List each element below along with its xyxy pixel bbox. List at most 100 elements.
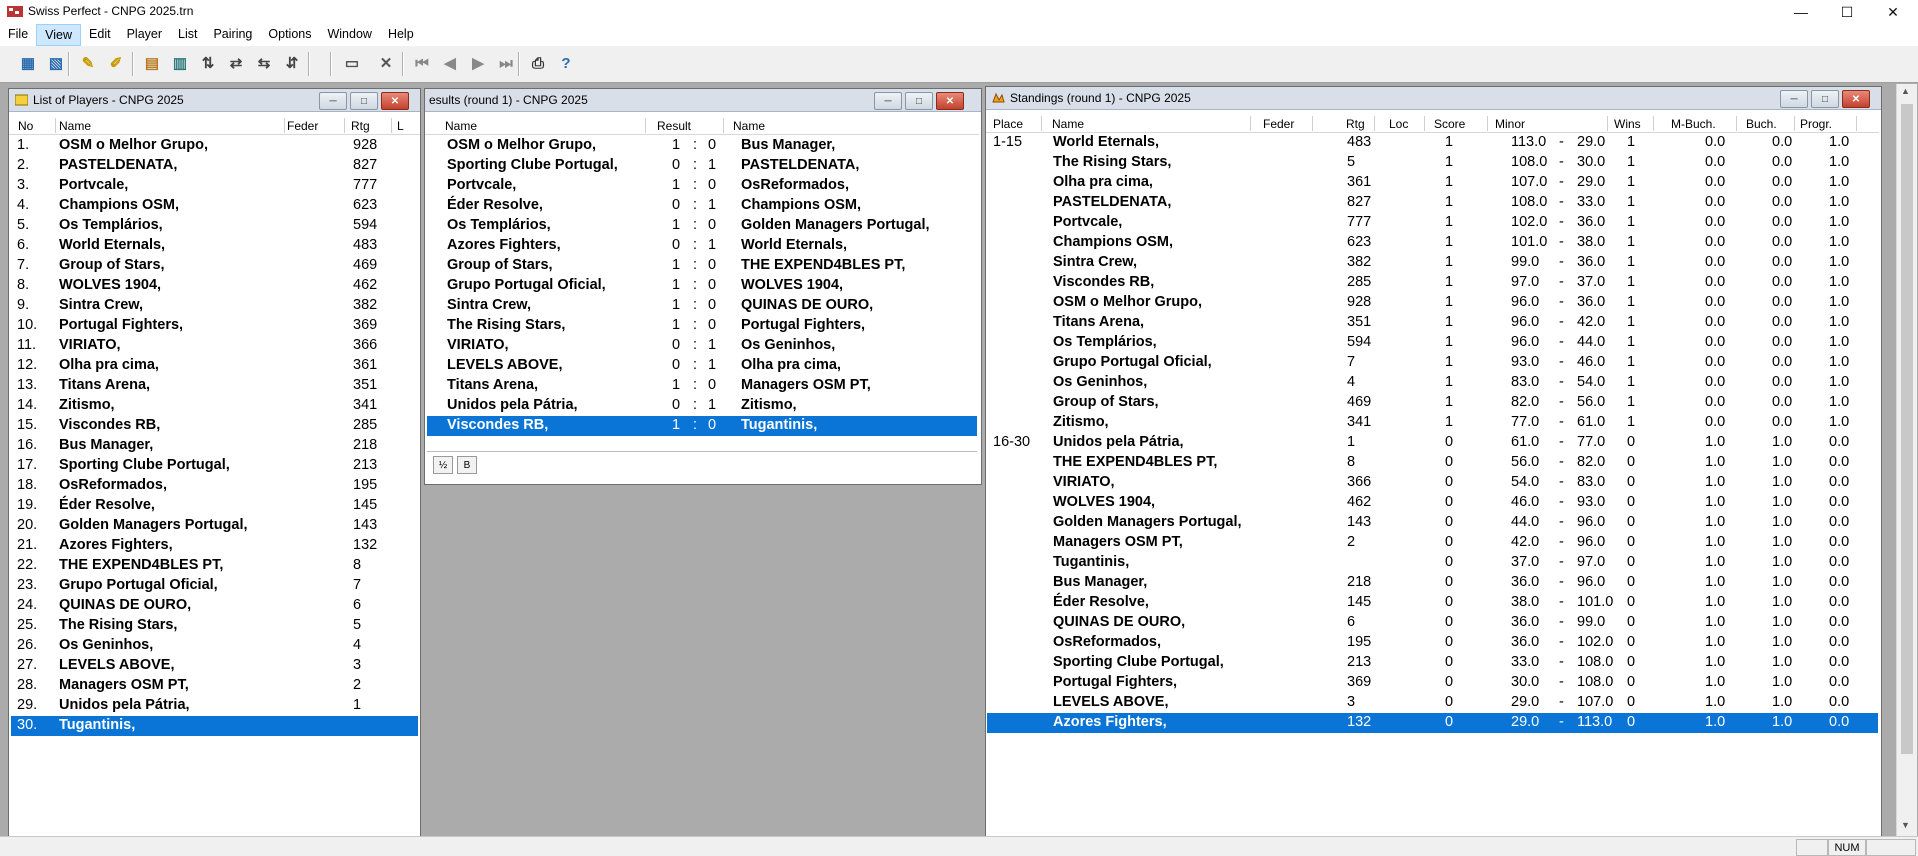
players-minimize-button[interactable]: ─ <box>319 92 347 110</box>
player-row[interactable]: 25. The Rising Stars, 5 <box>11 616 418 636</box>
col-name[interactable]: Name <box>59 119 91 133</box>
black-score[interactable]: 0 <box>708 377 716 393</box>
standings-row[interactable]: Grupo Portugal Oficial, 7 1 93.0 46.0 1 0.0 0.0… <box>987 353 1878 373</box>
close-button[interactable]: ✕ <box>1870 0 1916 24</box>
standings-row[interactable]: Champions OSM, 623 1 101.0 38.0 1 0.0 0.0 1.0 - <box>987 233 1878 253</box>
pairing-row[interactable]: Titans Arena, 1:0 Managers OSM PT, <box>427 376 977 396</box>
black-score[interactable]: 0 <box>708 177 716 193</box>
standings-row[interactable]: Group of Stars, 469 1 82.0 56.0 1 0.0 0.0 1.0 - <box>987 393 1878 413</box>
results-restore-button[interactable]: □ <box>905 92 933 110</box>
standings-row[interactable]: THE EXPEND4BLES PT, 8 0 56.0 82.0 0 1.0 1.0 0.0 - <box>987 453 1878 473</box>
standings-row[interactable]: Managers OSM PT, 2 0 42.0 96.0 0 1.0 1.0 0.0 - <box>987 533 1878 553</box>
standings-row[interactable]: Golden Managers Portugal, 143 0 44.0 96.0 0 1.… <box>987 513 1878 533</box>
white-score[interactable]: 1 <box>672 417 680 433</box>
standings-row[interactable]: Os Geninhos, 4 1 83.0 54.0 1 0.0 0.0 1.0 - <box>987 373 1878 393</box>
maximize-button[interactable]: ☐ <box>1824 0 1870 24</box>
player-row[interactable]: 21. Azores Fighters, 132 <box>11 536 418 556</box>
next-round-icon[interactable]: ▶ <box>466 51 490 75</box>
player-list-icon[interactable]: ▤ <box>140 51 164 75</box>
black-score[interactable]: 1 <box>708 397 716 413</box>
standings-row[interactable]: Bus Manager, 218 0 36.0 96.0 0 1.0 1.0 0.0 - <box>987 573 1878 593</box>
black-score[interactable]: 0 <box>708 417 716 433</box>
black-score[interactable]: 1 <box>708 237 716 253</box>
player-row[interactable]: 28. Managers OSM PT, 2 <box>11 676 418 696</box>
menu-window[interactable]: Window <box>319 24 379 46</box>
white-score[interactable]: 0 <box>672 357 680 373</box>
col-minor[interactable]: Minor <box>1495 117 1525 131</box>
standings-row[interactable]: LEVELS ABOVE, 3 0 29.0 107.0 0 1.0 1.0 0.0 - <box>987 693 1878 713</box>
white-score[interactable]: 1 <box>672 257 680 273</box>
standings-row[interactable]: Sintra Crew, 382 1 99.0 36.0 1 0.0 0.0 1.0 - <box>987 253 1878 273</box>
white-score[interactable]: 1 <box>672 317 680 333</box>
player-row[interactable]: 16. Bus Manager, 218 <box>11 436 418 456</box>
white-score[interactable]: 0 <box>672 237 680 253</box>
menu-help[interactable]: Help <box>380 24 422 46</box>
white-score[interactable]: 0 <box>672 157 680 173</box>
standings-restore-button[interactable]: □ <box>1811 90 1839 108</box>
player-row[interactable]: 12. Olha pra cima, 361 <box>11 356 418 376</box>
player-row[interactable]: 14. Zitismo, 341 <box>11 396 418 416</box>
first-round-icon[interactable]: ⏮ <box>410 51 434 75</box>
col-name[interactable]: Name <box>1052 117 1084 131</box>
standings-minimize-button[interactable]: ─ <box>1780 90 1808 108</box>
scroll-up-icon[interactable]: ▲ <box>1901 86 1910 96</box>
pairing-row[interactable]: The Rising Stars, 1:0 Portugal Fighters, <box>427 316 977 336</box>
white-score[interactable]: 0 <box>672 197 680 213</box>
black-score[interactable]: 0 <box>708 217 716 233</box>
standings-row[interactable]: The Rising Stars, 5 1 108.0 30.0 1 0.0 0.0 1.0 - <box>987 153 1878 173</box>
black-score[interactable]: 0 <box>708 257 716 273</box>
menu-list[interactable]: List <box>170 24 205 46</box>
players-window-titlebar[interactable]: List of Players - CNPG 2025 ─ □ ✕ <box>9 89 420 112</box>
help-icon[interactable]: ? <box>554 51 578 75</box>
player-row[interactable]: 5. Os Templários, 594 <box>11 216 418 236</box>
standings-row[interactable]: Viscondes RB, 285 1 97.0 37.0 1 0.0 0.0 1.0 - <box>987 273 1878 293</box>
player-row[interactable]: 24. QUINAS DE OURO, 6 <box>11 596 418 616</box>
pairing-row[interactable]: Azores Fighters, 0:1 World Eternals, <box>427 236 977 256</box>
pairing-row[interactable]: Sintra Crew, 1:0 QUINAS DE OURO, <box>427 296 977 316</box>
standings-row[interactable]: Éder Resolve, 145 0 38.0 101.0 0 1.0 1.0 0.0 - <box>987 593 1878 613</box>
standings-row[interactable]: OSM o Melhor Grupo, 928 1 96.0 36.0 1 0.0 0.0 1.… <box>987 293 1878 313</box>
standings-row[interactable]: Portvcale, 777 1 102.0 36.0 1 0.0 0.0 1.0 - <box>987 213 1878 233</box>
white-score[interactable]: 1 <box>672 177 680 193</box>
standings-row[interactable]: Olha pra cima, 361 1 107.0 29.0 1 0.0 0.0 1.0 - <box>987 173 1878 193</box>
col-no[interactable]: No <box>18 119 33 133</box>
player-row[interactable]: 27. LEVELS ABOVE, 3 <box>11 656 418 676</box>
col-feder[interactable]: Feder <box>287 119 318 133</box>
standings-row[interactable]: Sporting Clube Portugal, 213 0 33.0 108.0 0 1.… <box>987 653 1878 673</box>
col-progr[interactable]: Progr. <box>1800 117 1832 131</box>
pair-icon[interactable]: ⇄ <box>224 51 248 75</box>
menu-view[interactable]: View <box>36 24 82 46</box>
new-tournament-icon[interactable]: ▦ <box>16 51 40 75</box>
pairing-row[interactable]: Unidos pela Pátria, 0:1 Zitismo, <box>427 396 977 416</box>
player-row[interactable]: 23. Grupo Portugal Oficial, 7 <box>11 576 418 596</box>
mdi-vertical-scrollbar[interactable]: ▲ ▼ <box>1896 84 1917 836</box>
previous-round-icon[interactable]: ◀ <box>438 51 462 75</box>
menu-edit[interactable]: Edit <box>81 24 119 46</box>
black-score[interactable]: 1 <box>708 197 716 213</box>
open-tournament-icon[interactable]: ▧ <box>44 51 68 75</box>
last-round-icon[interactable]: ⏭ <box>494 51 518 75</box>
swap-icon[interactable]: ⇆ <box>252 51 276 75</box>
menu-file[interactable]: File <box>0 24 36 46</box>
standings-row[interactable]: OsReformados, 195 0 36.0 102.0 0 1.0 1.0 0.0 - <box>987 633 1878 653</box>
pairing-row[interactable]: Grupo Portugal Oficial, 1:0 WOLVES 1904, <box>427 276 977 296</box>
pairing-row[interactable]: Group of Stars, 1:0 THE EXPEND4BLES PT, <box>427 256 977 276</box>
player-row[interactable]: 2. PASTELDENATA, 827 <box>11 156 418 176</box>
minimize-button[interactable]: — <box>1778 0 1824 24</box>
withdraw-player-icon[interactable]: ✐ <box>104 51 128 75</box>
pairing-row[interactable]: Éder Resolve, 0:1 Champions OSM, <box>427 196 977 216</box>
col-buch[interactable]: Buch. <box>1746 117 1777 131</box>
black-score[interactable]: 0 <box>708 297 716 313</box>
player-row[interactable]: 4. Champions OSM, 623 <box>11 196 418 216</box>
player-row[interactable]: 17. Sporting Clube Portugal, 213 <box>11 456 418 476</box>
menu-pairing[interactable]: Pairing <box>205 24 260 46</box>
round-icon[interactable]: ⇅ <box>196 51 220 75</box>
standings-row[interactable]: Tugantinis, 0 37.0 97.0 0 1.0 1.0 0.0 - <box>987 553 1878 573</box>
col-black-name[interactable]: Name <box>733 119 765 133</box>
white-score[interactable]: 0 <box>672 337 680 353</box>
standings-row[interactable]: VIRIATO, 366 0 54.0 83.0 0 1.0 1.0 0.0 - <box>987 473 1878 493</box>
standings-row[interactable]: QUINAS DE OURO, 6 0 36.0 99.0 0 1.0 1.0 0.0 - <box>987 613 1878 633</box>
col-result[interactable]: Result <box>657 119 691 133</box>
edit-player-icon[interactable]: ✎ <box>76 51 100 75</box>
delete-pairing-icon[interactable]: ✕ <box>374 51 398 75</box>
